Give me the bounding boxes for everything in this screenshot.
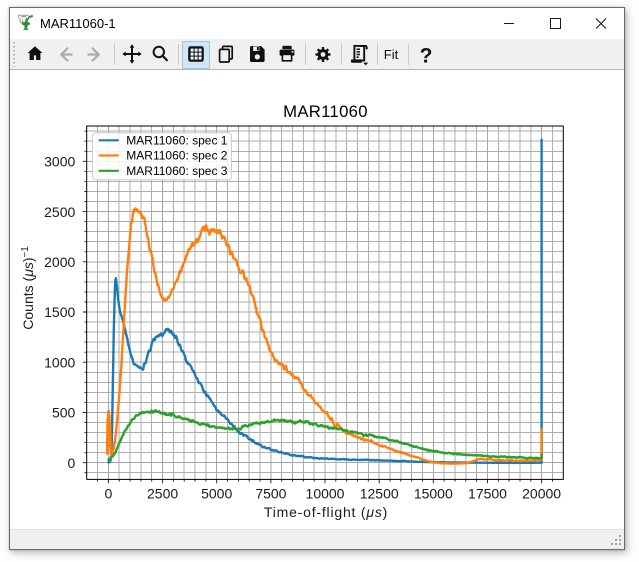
svg-text:Time-of-flight (μs): Time-of-flight (μs) — [264, 504, 388, 520]
svg-text:12500: 12500 — [360, 486, 399, 502]
svg-text:7500: 7500 — [255, 486, 286, 502]
svg-text:1000: 1000 — [44, 354, 75, 370]
svg-text:MAR11060: spec 1: MAR11060: spec 1 — [126, 133, 227, 147]
svg-text:17500: 17500 — [468, 486, 507, 502]
svg-text:0: 0 — [105, 486, 113, 502]
svg-text:MAR11060: MAR11060 — [283, 102, 368, 121]
svg-text:MAR11060: spec 3: MAR11060: spec 3 — [126, 164, 227, 178]
svg-text:?: ? — [419, 45, 432, 68]
svg-text:2000: 2000 — [44, 254, 75, 270]
svg-text:5000: 5000 — [201, 486, 232, 502]
svg-text:500: 500 — [52, 405, 76, 421]
svg-text:10000: 10000 — [306, 486, 345, 502]
svg-text:0: 0 — [68, 455, 76, 471]
svg-text:1500: 1500 — [44, 304, 75, 320]
svg-text:3000: 3000 — [44, 154, 75, 170]
svg-text:MAR11060: spec 2: MAR11060: spec 2 — [126, 149, 227, 163]
svg-text:20000: 20000 — [522, 486, 561, 502]
svg-text:Counts (μs)−1: Counts (μs)−1 — [20, 246, 36, 329]
svg-text:15000: 15000 — [414, 486, 453, 502]
svg-text:2500: 2500 — [44, 204, 75, 220]
svg-text:2500: 2500 — [147, 486, 178, 502]
